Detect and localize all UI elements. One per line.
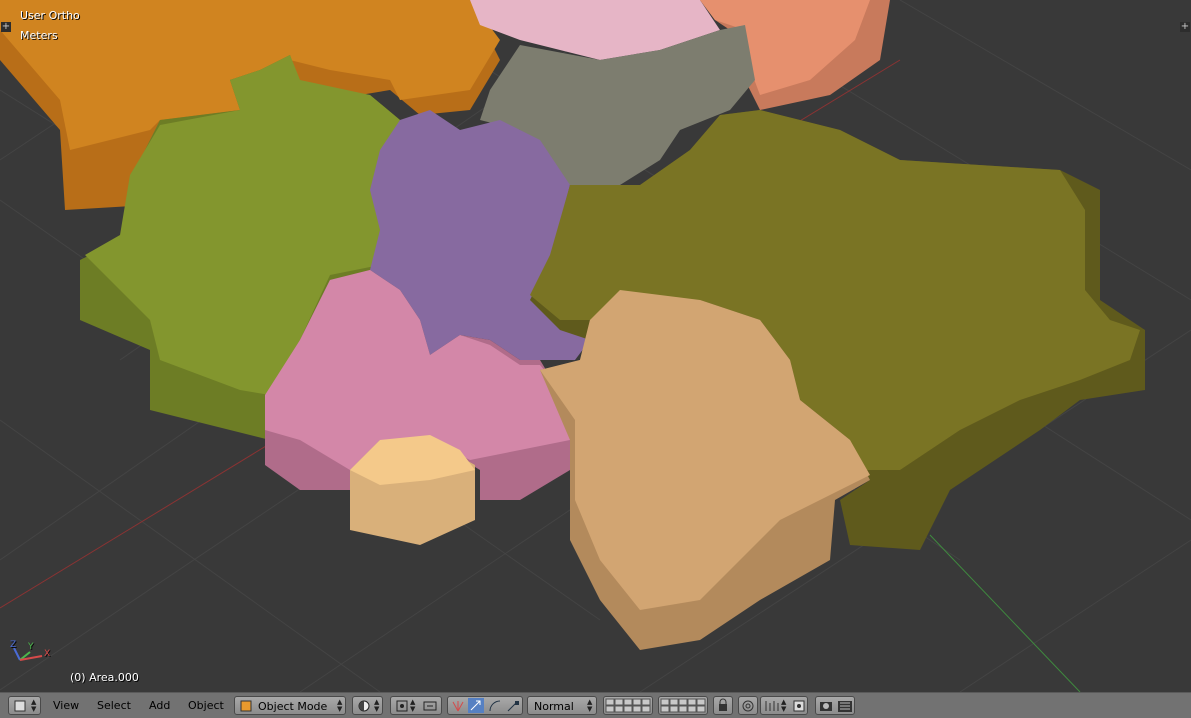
region-peach[interactable]	[350, 435, 475, 545]
mode-select-label: Object Mode	[258, 700, 328, 713]
render-buttons[interactable]	[815, 696, 855, 715]
chevron-icon: ▲ ▼	[374, 698, 380, 713]
chevron-icon: ▲ ▼	[587, 698, 593, 713]
transform-manipulators[interactable]	[447, 696, 523, 715]
render-anim-icon[interactable]	[837, 699, 853, 713]
chevron-icon: ▲ ▼	[410, 698, 416, 713]
mode-select[interactable]: Object Mode ▲ ▼	[234, 696, 346, 715]
object-mode-icon	[240, 700, 252, 712]
pivot-point-icon	[396, 700, 408, 712]
pivot-point-group[interactable]: ▲ ▼	[390, 696, 442, 715]
layers-grid-left[interactable]	[603, 696, 653, 715]
layers-icon	[660, 698, 706, 713]
view-name-label: User Ortho	[20, 9, 80, 22]
orientation-select-label: Normal	[534, 700, 574, 713]
axis-manipulator-icon	[452, 701, 464, 712]
lock-icon	[719, 698, 727, 711]
proportional-edit-icon	[742, 700, 754, 712]
editor-type-icon	[14, 700, 26, 712]
menu-object[interactable]: Object	[188, 699, 224, 712]
menu-add[interactable]: Add	[149, 699, 170, 712]
region-toggle-right-icon[interactable]: +	[1180, 22, 1190, 32]
chevron-icon: ▲ ▼	[781, 698, 787, 713]
region-toggle-left-icon[interactable]: +	[1, 22, 11, 32]
object-info-label: (0) Area.000	[70, 671, 139, 684]
chevron-icon: ▲ ▼	[337, 698, 343, 713]
axis-x-label: X	[44, 649, 51, 659]
proportional-edit-button[interactable]	[738, 696, 758, 715]
opengl-render-icon[interactable]	[819, 699, 833, 713]
viewport-header: ▲ ▼ View Select Add Object Object Mode ▲ ▼…	[0, 692, 1191, 718]
snap-group[interactable]: ▲ ▼	[760, 696, 808, 715]
translate-icon[interactable]	[468, 698, 484, 713]
layers-grid-right[interactable]	[658, 696, 708, 715]
scale-icon[interactable]	[506, 699, 520, 713]
lock-layers-button[interactable]	[713, 696, 733, 715]
units-label: Meters	[20, 29, 58, 42]
snap-target-icon	[793, 700, 805, 712]
viewport-shading-button[interactable]: ▲ ▼	[352, 696, 383, 715]
chevron-icon: ▲ ▼	[31, 698, 37, 713]
snap-icon	[765, 701, 779, 711]
viewport-shading-icon	[358, 700, 370, 712]
menu-view[interactable]: View	[53, 699, 79, 712]
layers-icon	[605, 698, 651, 713]
axis-z-label: Z	[10, 640, 17, 650]
map-scene[interactable]	[0, 0, 1191, 692]
y-axis-line	[929, 534, 1081, 692]
editor-type-button[interactable]: ▲ ▼	[8, 696, 41, 715]
orientation-select[interactable]: Normal ▲ ▼	[527, 696, 597, 715]
manipulator-icon	[423, 701, 437, 711]
rotate-icon[interactable]	[488, 699, 502, 713]
3d-viewport[interactable]: User Ortho Meters + + Z Y X (0) Area.000	[0, 0, 1191, 692]
menu-select[interactable]: Select	[97, 699, 131, 712]
axis-y-label: Y	[28, 642, 34, 652]
